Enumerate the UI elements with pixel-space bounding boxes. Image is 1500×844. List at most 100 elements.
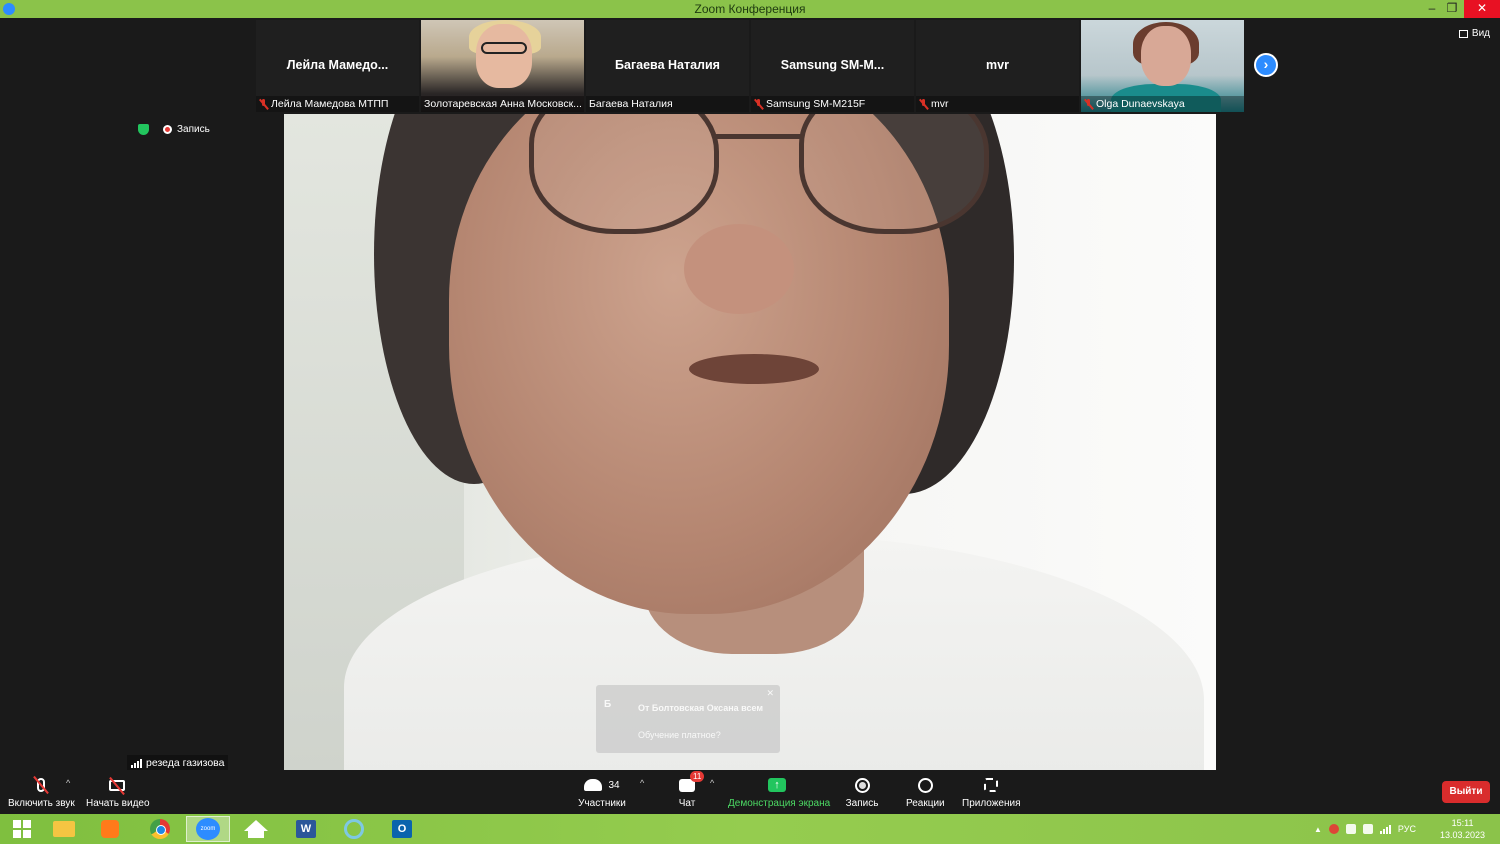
apps-label: Приложения (962, 798, 1021, 809)
taskbar-outlook[interactable]: O (380, 816, 424, 842)
shield-icon[interactable] (138, 124, 149, 135)
participant-caption: mvr (916, 96, 1079, 112)
window-title: Zoom Конференция (694, 2, 806, 16)
reactions-label: Реакции (906, 798, 945, 809)
participant-caption-text: Olga Dunaevskaya (1096, 98, 1185, 110)
participant-tile[interactable]: Золотаревская Анна Московск... (421, 20, 584, 112)
participants-options-caret[interactable]: ^ (640, 778, 644, 788)
taskbar-file-explorer[interactable] (42, 816, 86, 842)
sender-avatar: Б (604, 699, 612, 710)
system-tray: ▲ РУС (1314, 818, 1416, 840)
share-screen-button[interactable]: ↑ Демонстрация экрана (728, 774, 831, 809)
participant-tile[interactable]: mvr mvr (916, 20, 1079, 112)
reaction-smiley-icon (917, 777, 933, 793)
volume-icon[interactable] (1362, 824, 1373, 834)
participant-big-name: Лейла Мамедо... (286, 58, 389, 72)
taskbar-home[interactable] (234, 816, 278, 842)
zoom-icon: zoom (196, 818, 220, 840)
windows-logo-icon (13, 820, 31, 838)
participants-strip: Лейла Мамедо... Лейла Мамедова МТПП Золо… (256, 20, 1244, 112)
muted-mic-icon (259, 98, 268, 110)
windows-taskbar: zoom W O ▲ РУС 15:11 13.03.2023 (0, 814, 1500, 844)
share-screen-icon: ↑ (768, 778, 786, 792)
show-hidden-icons-icon[interactable]: ▲ (1314, 825, 1322, 834)
network-icon[interactable] (1379, 824, 1391, 834)
unmute-label: Включить звук (8, 798, 75, 809)
participant-tile[interactable]: Лейла Мамедо... Лейла Мамедова МТПП (256, 20, 419, 112)
record-button[interactable]: Запись (844, 774, 880, 809)
view-label: Вид (1471, 28, 1490, 39)
muted-mic-icon (1084, 98, 1093, 110)
meeting-stage: Лейла Мамедо... Лейла Мамедова МТПП Золо… (0, 18, 1500, 771)
leave-meeting-button[interactable]: Выйти (1442, 781, 1490, 803)
participant-caption: Золотаревская Анна Московск... (421, 96, 584, 112)
taskbar-browser[interactable] (332, 816, 376, 842)
view-button[interactable]: Вид (1458, 28, 1490, 39)
chat-button[interactable]: 11 Чат (672, 770, 705, 809)
participant-caption: Лейла Мамедова МТПП (256, 96, 419, 112)
record-label: Запись (845, 798, 879, 809)
share-screen-label: Демонстрация экрана (728, 798, 831, 809)
reactions-button[interactable]: Реакции (906, 774, 945, 809)
grid-icon (1458, 29, 1468, 38)
window-title-bar: Zoom Конференция – ❐ ✕ (0, 0, 1500, 18)
outlook-icon: O (392, 820, 412, 838)
active-speaker-name-text: резеда газизова (146, 757, 225, 769)
chat-notification-message: Обучение платное? (638, 730, 721, 740)
participant-caption: Olga Dunaevskaya (1081, 96, 1244, 112)
chat-options-caret[interactable]: ^ (710, 778, 714, 788)
signal-strength-icon (131, 758, 142, 768)
active-speaker-name: резеда газизова (127, 755, 229, 771)
taskbar-chrome[interactable] (138, 816, 182, 842)
taskbar-media-player[interactable] (88, 816, 132, 842)
participant-big-name: mvr (986, 58, 1009, 72)
participant-big-name: Samsung SM-M... (780, 58, 885, 72)
restore-button[interactable]: ❐ (1438, 0, 1466, 18)
participant-tile[interactable]: Багаева Наталия Багаева Наталия (586, 20, 749, 112)
flag-icon[interactable] (1345, 824, 1356, 834)
close-icon[interactable]: ✕ (766, 688, 774, 699)
input-language[interactable]: РУС (1398, 824, 1416, 834)
close-window-button[interactable]: ✕ (1464, 0, 1500, 18)
participant-caption-text: mvr (931, 98, 949, 110)
clock-time: 15:11 (1451, 818, 1474, 828)
muted-mic-icon (754, 98, 763, 110)
apps-icon (984, 778, 998, 792)
chat-notification-title: От Болтовская Оксана всем (638, 703, 764, 713)
unmute-button[interactable]: Включить звук (8, 774, 75, 809)
record-icon (854, 777, 870, 793)
antivirus-icon[interactable] (1328, 824, 1339, 834)
participant-caption: Багаева Наталия (586, 96, 749, 112)
chat-notification[interactable]: Б От Болтовская Оксана всем Обучение пла… (596, 685, 780, 753)
participant-caption-text: Samsung SM-M215F (766, 98, 866, 110)
apps-button[interactable]: Приложения (962, 774, 1021, 809)
media-player-icon (101, 820, 119, 838)
participant-big-name: Багаева Наталия (615, 58, 720, 72)
chat-unread-badge: 11 (690, 770, 705, 782)
start-button[interactable] (0, 816, 44, 842)
active-speaker-video: Б От Болтовская Оксана всем Обучение пла… (284, 114, 1216, 771)
recording-label: Запись (177, 124, 210, 135)
participant-caption-text: Багаева Наталия (589, 98, 673, 110)
clock-date: 13.03.2023 (1440, 830, 1486, 840)
participants-label: Участники (578, 798, 626, 809)
next-page-button[interactable]: › (1254, 53, 1278, 77)
participant-caption: Samsung SM-M215F (751, 96, 914, 112)
participant-tile[interactable]: Samsung SM-M... Samsung SM-M215F (751, 20, 914, 112)
taskbar-zoom[interactable]: zoom (186, 816, 230, 842)
muted-mic-icon (919, 98, 928, 110)
participants-count: 34 (608, 779, 620, 791)
start-video-label: Начать видео (86, 798, 150, 809)
taskbar-clock[interactable]: 15:11 13.03.2023 (1440, 817, 1485, 841)
internet-explorer-icon (344, 819, 364, 839)
meeting-status: Запись (138, 124, 210, 135)
start-video-button[interactable]: Начать видео (86, 774, 150, 809)
participants-button[interactable]: 34 Участники (578, 774, 626, 809)
taskbar-word[interactable]: W (284, 816, 328, 842)
meeting-toolbar: Включить звук ^ Начать видео 34 Участник… (0, 770, 1500, 814)
folder-icon (53, 821, 75, 837)
word-icon: W (296, 820, 316, 838)
audio-options-caret[interactable]: ^ (66, 778, 70, 788)
participant-tile[interactable]: Olga Dunaevskaya (1081, 20, 1244, 112)
recording-indicator[interactable]: Запись (163, 124, 210, 135)
